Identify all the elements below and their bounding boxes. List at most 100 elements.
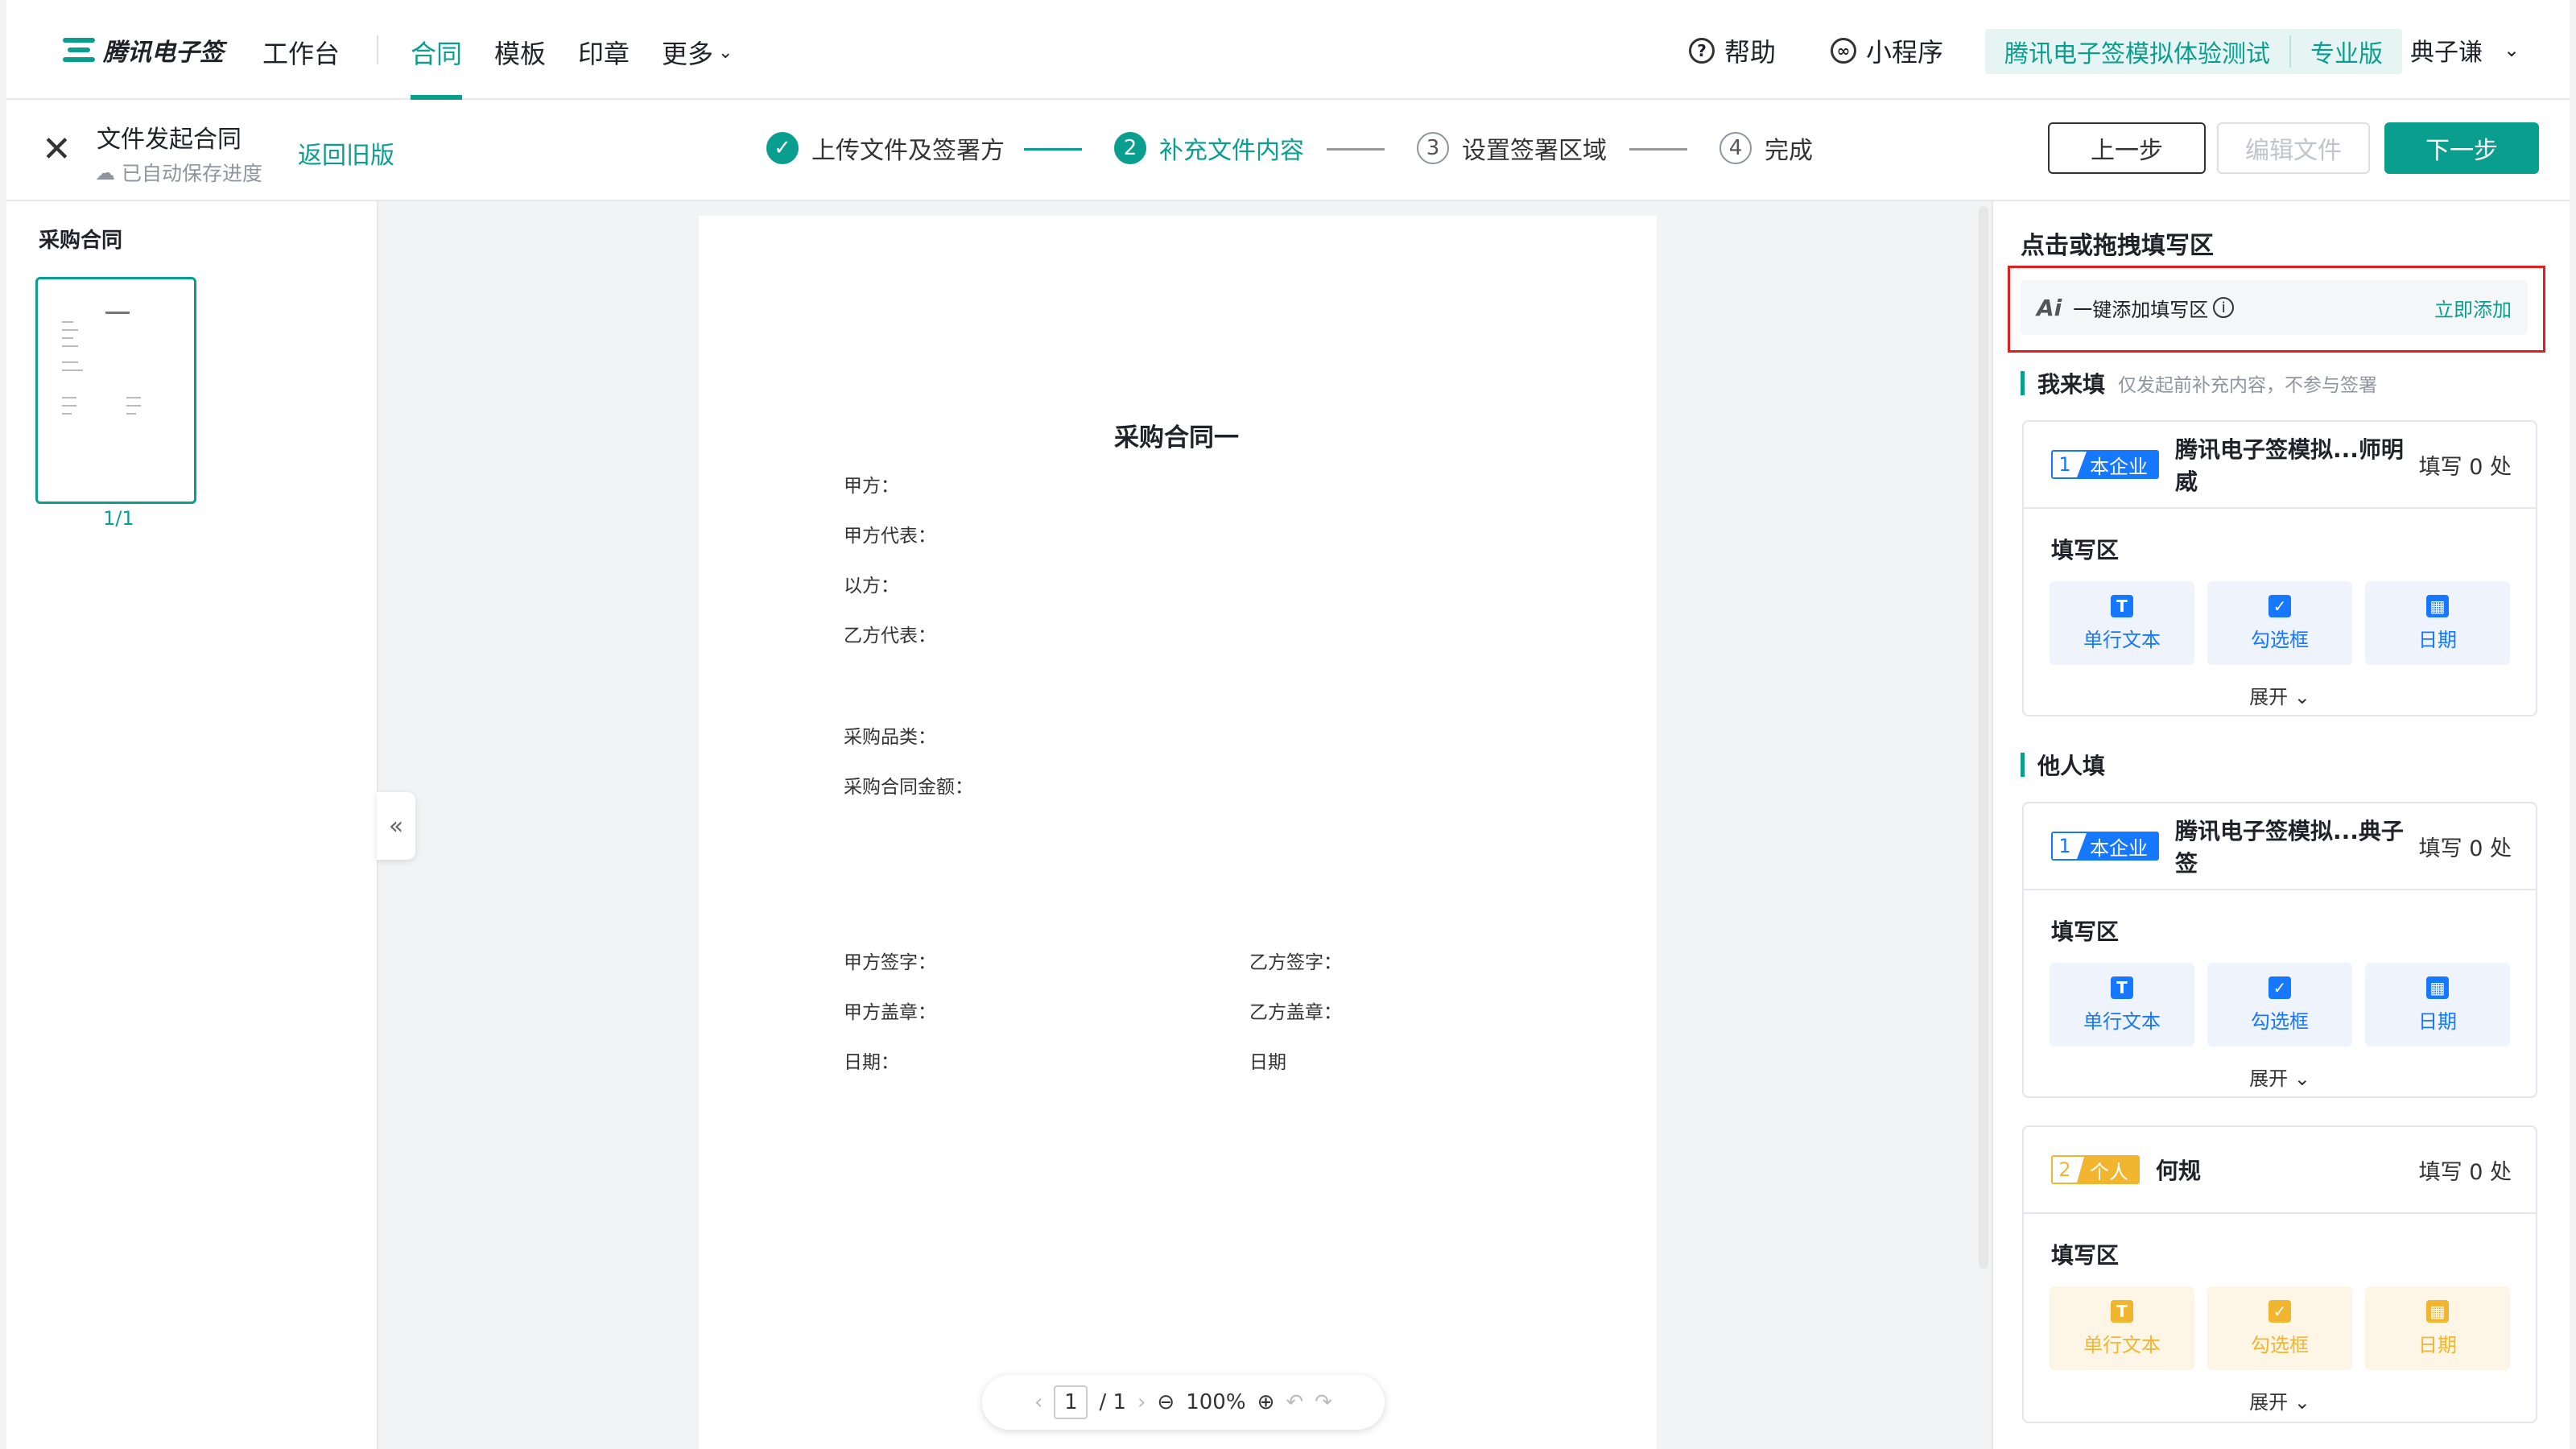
signer-tag: 1 本企业 [2051, 450, 2159, 479]
signer-card: 1 本企业 腾讯电子签模拟...典子签 填写 0 处 填写区 T 单行文本 ✓ … [2022, 802, 2537, 1098]
help-label: 帮助 [1724, 37, 1777, 68]
org-name: 腾讯电子签模拟体验测试 [2004, 40, 2270, 68]
miniapp-label: 小程序 [1866, 37, 1944, 68]
doc-sign-a: 甲方签字： [844, 952, 936, 973]
signer-type: 本企业 [2077, 452, 2157, 477]
section-note: 仅发起前补充内容，不参与签署 [2118, 375, 2378, 396]
org-switcher[interactable]: 腾讯电子签模拟体验测试 专业版 [1985, 29, 2402, 74]
date-field[interactable]: ▦ 日期 [2365, 581, 2510, 665]
signer-tag: 1 本企业 [2051, 832, 2159, 861]
step-label: 完成 [1765, 137, 1813, 165]
user-name: 典子谦 [2410, 39, 2483, 67]
undo-icon[interactable]: ↶ [1286, 1390, 1303, 1414]
doc-field-category: 采购品类： [844, 727, 936, 748]
app-logo[interactable]: 腾讯电子签 [63, 34, 224, 67]
fill-area-label: 填写区 [2051, 1242, 2120, 1269]
date-field[interactable]: ▦ 日期 [2365, 1286, 2510, 1370]
date-field[interactable]: ▦ 日期 [2365, 963, 2510, 1046]
step-connector [1024, 148, 1082, 151]
field-tiles: T 单行文本 ✓ 勾选框 ▦ 日期 [2024, 1270, 2536, 1370]
collapse-panel-button[interactable]: « [377, 792, 415, 860]
expand-label: 展开 [2249, 1067, 2289, 1090]
tile-label: 日期 [2418, 628, 2457, 651]
expand-label: 展开 [2249, 686, 2289, 708]
user-menu[interactable]: 典子谦 ⌄ [2410, 32, 2520, 68]
step-label: 上传文件及签署方 [811, 137, 1005, 165]
signer-order: 1 [2053, 452, 2077, 477]
ai-add-field-bar: Ai 一键添加填写区 i 立即添加 [2021, 280, 2528, 335]
ai-label: 一键添加填写区 [2073, 298, 2209, 321]
expand-label: 展开 [2249, 1391, 2289, 1414]
nav-more[interactable]: 更多 ⌄ [662, 34, 733, 71]
checkbox-field[interactable]: ✓ 勾选框 [2207, 1286, 2352, 1370]
redo-icon[interactable]: ↷ [1315, 1390, 1332, 1414]
page-toolbar: ‹ 1 / 1 › ⊖ 100% ⊕ ↶ ↷ [982, 1375, 1385, 1430]
tile-label: 单行文本 [2083, 1333, 2161, 1356]
field-tiles: T 单行文本 ✓ 勾选框 ▦ 日期 [2024, 565, 2536, 665]
step-fill-content: 2 补充文件内容 [1114, 130, 1304, 166]
step-number: 3 [1417, 132, 1449, 164]
zoom-in-icon[interactable]: ⊕ [1257, 1390, 1275, 1414]
ai-icon: Ai [2037, 294, 2062, 321]
checkbox-icon: ✓ [2268, 976, 2291, 999]
section-accent [2021, 753, 2025, 777]
next-step-button[interactable]: 下一步 [2384, 122, 2539, 174]
page-indicator: 1/1 [103, 507, 134, 530]
nav-template[interactable]: 模板 [494, 34, 546, 71]
expand-button[interactable]: 展开 ⌄ [2024, 1046, 2536, 1091]
logo-text: 腾讯电子签 [103, 39, 224, 67]
edit-file-button[interactable]: 编辑文件 [2217, 122, 2370, 174]
doc-sign-b: 乙方签字： [1249, 952, 1342, 973]
close-icon[interactable]: ✕ [42, 132, 72, 167]
field-tiles: T 单行文本 ✓ 勾选框 ▦ 日期 [2024, 947, 2536, 1046]
doc-field-party-a-rep: 甲方代表： [844, 526, 936, 547]
back-old-version-link[interactable]: 返回旧版 [298, 135, 394, 171]
cloud-check-icon: ☁ [95, 160, 115, 184]
signer-type: 个人 [2077, 1157, 2138, 1183]
nav-contract[interactable]: 合同 [411, 34, 462, 71]
single-text-field[interactable]: T 单行文本 [2050, 1286, 2194, 1370]
checkbox-field[interactable]: ✓ 勾选框 [2207, 581, 2352, 665]
checkbox-field[interactable]: ✓ 勾选框 [2207, 963, 2352, 1046]
signer-order: 2 [2053, 1157, 2077, 1183]
expand-button[interactable]: 展开 ⌄ [2024, 665, 2536, 709]
step-number: 4 [1719, 132, 1752, 164]
single-text-field[interactable]: T 单行文本 [2050, 581, 2194, 665]
page-number-input[interactable]: 1 [1054, 1385, 1088, 1419]
miniapp-link[interactable]: ∞ 小程序 [1831, 32, 1943, 69]
tile-label: 日期 [2418, 1009, 2457, 1033]
chevron-right-icon[interactable]: › [1137, 1390, 1146, 1414]
info-icon[interactable]: i [2213, 297, 2235, 318]
nav-divider [377, 35, 378, 64]
step-number: 2 [1114, 132, 1146, 164]
check-icon: ✓ [766, 132, 799, 164]
double-chevron-left-icon: « [388, 811, 404, 840]
step-label: 设置签署区域 [1462, 137, 1607, 165]
chevron-down-icon: ⌄ [718, 42, 733, 63]
help-link[interactable]: ? 帮助 [1689, 32, 1776, 69]
section-title: 我来填 [2037, 371, 2106, 398]
ai-add-now-button[interactable]: 立即添加 [2434, 294, 2512, 322]
file-name: 采购合同 [39, 229, 123, 253]
signer-card-header: 1 本企业 腾讯电子签模拟...师明威 填写 0 处 [2024, 422, 2536, 509]
chevron-down-icon: ⌄ [2293, 1391, 2310, 1414]
panel-title: 点击或拖拽填写区 [2021, 232, 2214, 260]
step-finish: 4 完成 [1719, 130, 1813, 166]
zoom-out-icon[interactable]: ⊖ [1157, 1390, 1174, 1414]
page-thumbnail[interactable] [35, 277, 196, 504]
nav-workbench[interactable]: 工作台 [262, 34, 340, 71]
prev-step-button[interactable]: 上一步 [2048, 122, 2206, 174]
text-icon: T [2111, 976, 2133, 999]
chevron-down-icon: ⌄ [2293, 1067, 2310, 1090]
single-text-field[interactable]: T 单行文本 [2050, 963, 2194, 1046]
doc-date-a: 日期： [844, 1052, 899, 1073]
scrollbar[interactable] [1979, 206, 1988, 1269]
section-self-fill: 我来填 仅发起前补充内容，不参与签署 [2021, 367, 2377, 399]
nav-seal[interactable]: 印章 [578, 34, 630, 71]
fill-area-label: 填写区 [2051, 919, 2120, 945]
step-sign-area: 3 设置签署区域 [1417, 130, 1607, 166]
page-total: / 1 [1099, 1390, 1127, 1414]
chevron-left-icon[interactable]: ‹ [1034, 1390, 1042, 1414]
document-page[interactable] [699, 216, 1657, 1449]
expand-button[interactable]: 展开 ⌄ [2024, 1370, 2536, 1414]
